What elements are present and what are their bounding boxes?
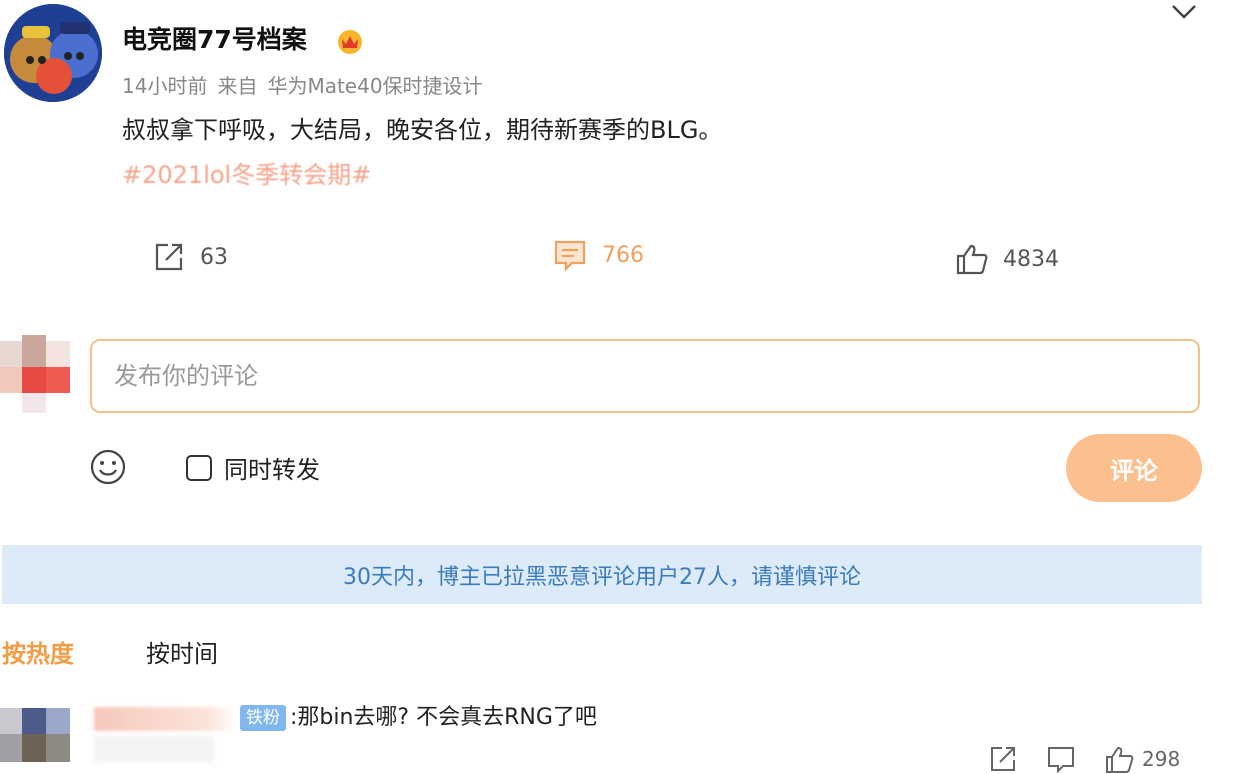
like-count: 4834 [1003,246,1059,272]
current-user-avatar [0,335,70,413]
fan-badge: 铁粉 [240,705,286,731]
post-hashtag[interactable]: #2021lol冬季转会期# [122,158,371,192]
like-icon [1106,746,1134,773]
tab-sort-by-time[interactable]: 按时间 [146,634,218,669]
comment-like-count: 298 [1142,747,1181,771]
commenter-name[interactable] [94,707,236,731]
comment-count: 766 [602,242,644,268]
comment-icon[interactable] [1046,744,1076,774]
submit-comment-button[interactable]: 评论 [1066,434,1202,502]
comment-text: :那bin去哪? 不会真去RNG了吧 [290,705,597,730]
comment-icon [554,240,586,272]
smile-icon[interactable] [89,448,127,486]
like-button[interactable]: 4834 [955,242,1059,276]
vip-crown-icon [336,27,364,55]
repost-button[interactable]: 63 [152,240,228,274]
comment-actions: 298 [988,744,1180,774]
post-meta: 14小时前 来自 华为Mate40保时捷设计 [122,72,493,100]
like-icon [956,244,988,275]
post-source-prefix: 来自 [217,74,258,98]
commenter-avatar[interactable] [0,708,70,762]
checkbox-icon[interactable] [186,454,212,481]
repost-count: 63 [200,244,228,270]
repost-icon[interactable] [988,744,1018,774]
repost-icon [155,243,183,271]
repost-toggle[interactable]: 同时转发 [186,450,320,485]
author-name[interactable]: 电竞圈77号档案 [122,22,307,58]
comment-button[interactable]: 766 [552,237,644,273]
post-text: 叔叔拿下呼吸，大结局，晚安各位，期待新赛季的BLG。 [122,116,723,144]
post-source[interactable]: 华为Mate40保时捷设计 [267,74,482,98]
post-time: 14小时前 [122,74,208,98]
author-avatar[interactable] [4,4,102,102]
comment-like-button[interactable]: 298 [1104,744,1180,774]
comment-input[interactable] [92,341,1196,411]
blocklist-notice: 30天内，博主已拉黑恶意评论用户27人，请谨慎评论 [2,545,1202,604]
repost-toggle-label: 同时转发 [224,456,320,484]
commenter-meta [94,736,214,762]
comment-input-box[interactable] [90,339,1200,413]
chevron-down-icon[interactable] [1168,0,1200,26]
tab-sort-by-hot[interactable]: 按热度 [2,634,74,669]
